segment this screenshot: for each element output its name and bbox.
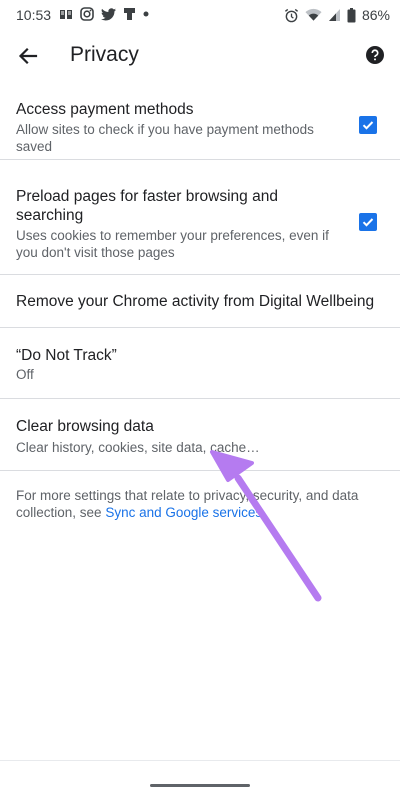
- page-title: Privacy: [70, 43, 139, 66]
- status-time: 10:53: [16, 7, 52, 23]
- back-button[interactable]: [12, 40, 44, 72]
- dot-icon: [143, 11, 149, 17]
- notification-app-icon-2: [124, 8, 135, 20]
- home-indicator[interactable]: [150, 784, 250, 787]
- row-summary: Allow sites to check if you have payment…: [16, 122, 314, 154]
- status-system-icons: 86%: [284, 7, 390, 23]
- row-summary: Clear history, cookies, site data, cache…: [16, 440, 260, 455]
- arrow-back-icon: [18, 47, 38, 65]
- row-title: Remove your Chrome activity from Digital…: [16, 293, 375, 310]
- wifi-icon: [305, 8, 322, 21]
- row-title: “Do Not Track”: [16, 347, 117, 364]
- row-title: Preload pages for faster browsing and se…: [16, 188, 278, 224]
- preload-pages-checkbox[interactable]: [359, 213, 377, 231]
- setting-digital-wellbeing[interactable]: Remove your Chrome activity from Digital…: [0, 275, 400, 328]
- row-summary: Uses cookies to remember your preference…: [16, 228, 329, 260]
- check-icon: [362, 218, 374, 227]
- row-title: Clear browsing data: [16, 418, 154, 435]
- setting-clear-browsing-data[interactable]: Clear browsing data Clear history, cooki…: [0, 399, 400, 471]
- setting-preload-pages[interactable]: Preload pages for faster browsing and se…: [0, 160, 400, 275]
- setting-do-not-track[interactable]: “Do Not Track” Off: [0, 328, 400, 399]
- check-icon: [362, 121, 374, 130]
- bottom-divider: [0, 760, 400, 761]
- help-button[interactable]: [366, 46, 384, 64]
- notification-app-icon: [60, 10, 72, 19]
- payment-methods-checkbox[interactable]: [359, 116, 377, 134]
- alarm-icon: [284, 8, 299, 22]
- status-bar: 10:53 86%: [0, 0, 400, 32]
- twitter-icon: [101, 7, 116, 20]
- app-bar: Privacy: [0, 32, 400, 80]
- signal-icon: [328, 9, 340, 21]
- setting-access-payment-methods[interactable]: Access payment methods Allow sites to ch…: [0, 80, 400, 160]
- row-title: Access payment methods: [16, 101, 194, 118]
- row-summary: Off: [16, 367, 34, 382]
- status-notification-icons: [59, 7, 149, 21]
- battery-percent: 86%: [361, 7, 390, 23]
- help-icon: [366, 46, 384, 64]
- instagram-icon: [80, 7, 94, 21]
- sync-google-services-link[interactable]: Sync and Google services: [105, 505, 262, 520]
- footer-note: For more settings that relate to privacy…: [16, 487, 386, 521]
- battery-icon: [347, 7, 356, 22]
